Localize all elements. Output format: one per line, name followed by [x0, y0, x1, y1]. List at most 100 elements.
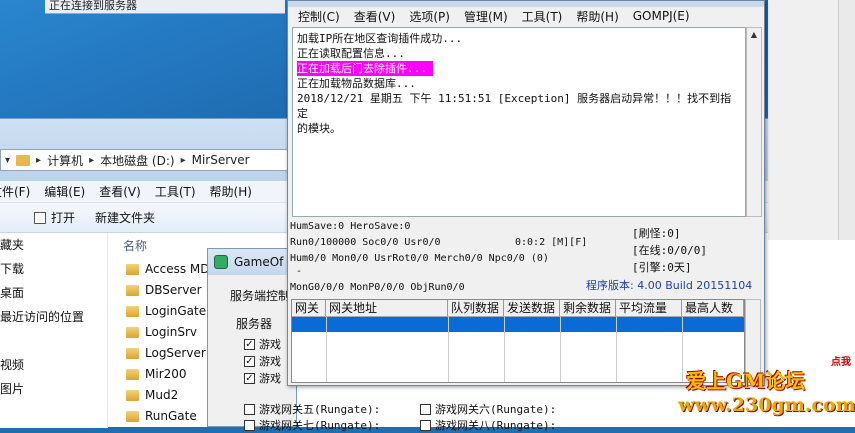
scroll-up-icon[interactable]: ▲: [747, 28, 761, 42]
nav-item-videos[interactable]: 视频: [0, 353, 107, 377]
checkbox-row[interactable]: ✓ 游戏: [244, 370, 281, 386]
breadcrumb-drive[interactable]: 本地磁盘 (D:): [100, 152, 174, 169]
checkbox-gate-six[interactable]: 游戏网关六(Rungate):: [420, 401, 556, 417]
list-item[interactable]: Mud2: [120, 385, 220, 406]
checkbox[interactable]: [244, 403, 255, 415]
column-divider: [616, 317, 617, 382]
checkbox[interactable]: [420, 419, 431, 431]
list-item[interactable]: DBServer: [120, 280, 220, 301]
server-log: 加载IP所在地区查询插件成功... 正在读取配置信息... 正在加载后门去除插件…: [292, 27, 746, 217]
file-name: LoginSrv: [145, 325, 198, 339]
column-header[interactable]: 网关地址: [326, 300, 448, 316]
folder-icon: [126, 327, 139, 338]
checkbox-label: 游戏: [259, 372, 281, 385]
chevron-down-icon[interactable]: ▾: [5, 155, 10, 166]
menu-tools[interactable]: 工具(T): [522, 8, 563, 25]
new-folder-button[interactable]: 新建文件夹: [95, 209, 155, 226]
column-header[interactable]: 剩余数据: [560, 300, 616, 316]
folder-icon: [126, 411, 139, 422]
folder-icon: [126, 306, 139, 317]
checkbox[interactable]: ✓: [244, 338, 255, 350]
stats-dash: -: [296, 266, 303, 277]
menu-tools[interactable]: 工具(T): [155, 183, 196, 200]
list-item[interactable]: LogServer: [120, 343, 220, 364]
menu-help[interactable]: 帮助(H): [576, 8, 618, 25]
file-name: DBServer: [145, 283, 202, 297]
gateway-table[interactable]: 网关 网关地址 队列数据 发送数据 剩余数据 平均流量 最高人数: [291, 299, 745, 383]
checkbox-gate-seven[interactable]: 游戏网关七(Rungate):: [244, 417, 380, 433]
column-header[interactable]: 网关: [292, 300, 326, 316]
column-header[interactable]: 发送数据: [504, 300, 560, 316]
table-header: 网关 网关地址 队列数据 发送数据 剩余数据 平均流量 最高人数: [292, 300, 744, 317]
checkbox[interactable]: ✓: [244, 355, 255, 367]
nav-item-favorites[interactable]: 藏夹: [0, 233, 107, 257]
file-name: RunGate: [145, 409, 197, 423]
file-name: LoginGate: [145, 304, 207, 318]
menu-edit[interactable]: 编辑(E): [44, 183, 85, 200]
log-line: 2018/12/21 星期五 下午 11:51:51 [Exception] 服…: [297, 92, 732, 120]
stats-run: Run0/100000 Soc0/0 Usr0/0: [290, 237, 441, 248]
menu-control[interactable]: 控制(C): [298, 8, 340, 25]
nav-item-recent[interactable]: 最近访问的位置: [0, 305, 107, 329]
stats-save: HumSave:0 HeroSave:0: [290, 221, 411, 232]
column-header-name[interactable]: 名称: [120, 233, 220, 259]
log-line: 的模块。: [297, 122, 341, 135]
folder-icon: [126, 285, 139, 296]
breadcrumb-computer[interactable]: 计算机: [47, 152, 83, 169]
checkbox[interactable]: [244, 419, 255, 431]
folder-icon: [126, 390, 139, 401]
column-header[interactable]: 队列数据: [448, 300, 504, 316]
file-list: 名称 Access MD DBServer LoginGate LoginSrv…: [120, 233, 220, 428]
list-item[interactable]: LoginGate: [120, 301, 220, 322]
column-divider: [504, 317, 505, 382]
server-stats: HumSave:0 HeroSave:0 Run0/100000 Soc0/0 …: [290, 219, 762, 297]
file-name: LogServer: [145, 346, 206, 360]
menu-help[interactable]: 帮助(H): [210, 183, 252, 200]
watermark-url: www.230gm.com: [678, 394, 855, 416]
list-item[interactable]: RunGate: [120, 406, 220, 427]
folder-icon: [126, 369, 139, 380]
list-item[interactable]: LoginSrv: [120, 322, 220, 343]
stats-counts: Hum0/0 Mon0/0 UsrRot0/0 Merch0/0 Npc0/0 …: [290, 253, 549, 264]
app-icon: [214, 255, 228, 269]
checkbox-row[interactable]: ✓ 游戏: [244, 336, 281, 352]
menu-view[interactable]: 查看(V): [99, 183, 141, 200]
checkbox-label: 游戏网关七(Rungate):: [259, 419, 381, 432]
menu-view[interactable]: 查看(V): [354, 8, 396, 25]
log-line: 加载IP所在地区查询插件成功...: [297, 32, 463, 45]
open-icon: [34, 212, 46, 224]
menu-manage[interactable]: 管理(M): [464, 8, 508, 25]
open-button[interactable]: 打开: [34, 209, 75, 226]
column-header[interactable]: 最高人数: [682, 300, 744, 316]
checkbox-label: 游戏网关五(Rungate):: [259, 403, 381, 416]
nav-item-desktop[interactable]: 桌面: [0, 281, 107, 305]
checkbox-label: 游戏网关六(Rungate):: [435, 403, 557, 416]
column-divider: [682, 317, 683, 382]
gameof-titlebar[interactable]: GameOf: [208, 249, 296, 275]
nav-item-downloads[interactable]: 下载: [0, 257, 107, 281]
checkbox-row[interactable]: ✓ 游戏: [244, 353, 281, 369]
menu-file[interactable]: 文件(F): [0, 183, 30, 200]
stats-monsters: MonG0/0/0 MonP0/0/0 ObjRun0/0: [290, 282, 465, 293]
log-scrollbar[interactable]: ▲: [746, 27, 762, 217]
table-row-selected[interactable]: [292, 317, 744, 332]
file-name: Access MD: [145, 262, 210, 276]
background-window-title: 正在连接到服务器: [45, 0, 285, 14]
menu-gompj[interactable]: GOMPJ(E): [633, 9, 690, 23]
scrollbar[interactable]: [838, 0, 855, 240]
checkbox-gate-eight[interactable]: 游戏网关八(Rungate):: [420, 417, 556, 433]
breadcrumb-folder[interactable]: MirServer: [192, 153, 250, 167]
address-bar[interactable]: ▾ ▸ 计算机 ▸ 本地磁盘 (D:) ▸ MirServer: [0, 149, 290, 171]
column-header[interactable]: 平均流量: [616, 300, 682, 316]
checkbox[interactable]: ✓: [244, 372, 255, 384]
file-name: Mir200: [145, 367, 187, 381]
menu-options[interactable]: 选项(P): [409, 8, 450, 25]
breadcrumb-separator-icon: ▸: [36, 154, 42, 166]
list-item[interactable]: Mir200: [120, 364, 220, 385]
nav-item-pictures[interactable]: 图片: [0, 377, 107, 401]
checkbox-gate-five[interactable]: 游戏网关五(Rungate):: [244, 401, 380, 417]
list-item[interactable]: Access MD: [120, 259, 220, 280]
highlighted-text: 正在加载后门去除插件...: [297, 61, 433, 76]
log-line-highlighted: 正在加载后门去除插件...: [297, 61, 741, 76]
checkbox[interactable]: [420, 403, 431, 415]
